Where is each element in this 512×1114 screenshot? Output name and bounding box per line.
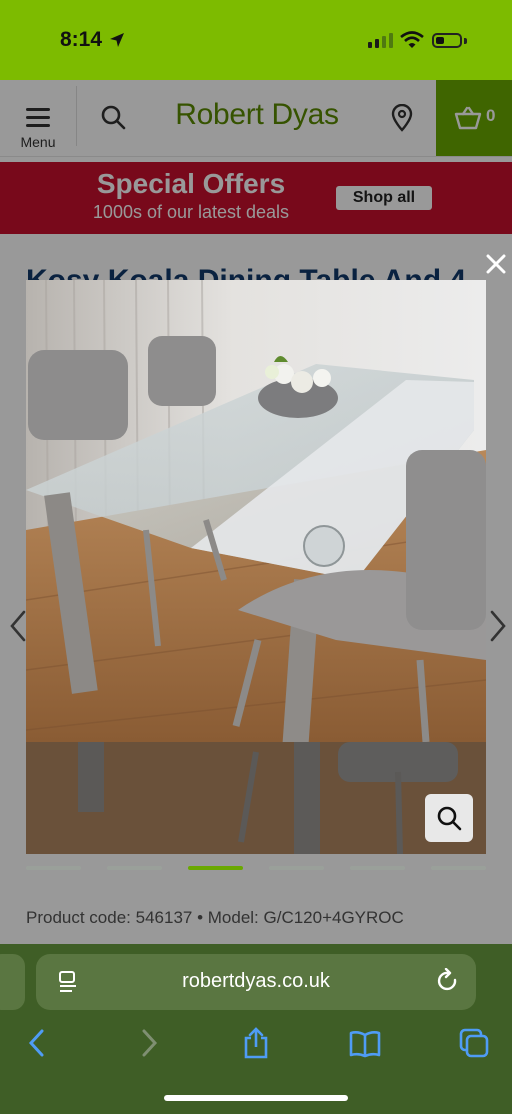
reload-icon[interactable] bbox=[436, 968, 460, 994]
url-text: robertdyas.co.uk bbox=[182, 970, 330, 992]
zoom-button[interactable] bbox=[425, 794, 473, 842]
gallery-dot[interactable] bbox=[26, 866, 81, 870]
gallery-dot[interactable] bbox=[350, 866, 405, 870]
chevron-right-icon[interactable] bbox=[484, 606, 512, 646]
back-icon[interactable] bbox=[24, 1026, 50, 1060]
home-indicator bbox=[164, 1095, 348, 1101]
gallery-dot[interactable] bbox=[431, 866, 486, 870]
gallery-dot[interactable] bbox=[107, 866, 162, 870]
battery-cap bbox=[464, 38, 467, 44]
gallery-dot[interactable] bbox=[269, 866, 324, 870]
location-arrow-icon bbox=[110, 33, 124, 47]
gallery-dot-active[interactable] bbox=[188, 866, 243, 870]
forward-icon bbox=[142, 1029, 158, 1057]
status-time: 8:14 bbox=[60, 28, 103, 51]
close-icon[interactable] bbox=[484, 252, 508, 276]
bookmarks-icon[interactable] bbox=[348, 1026, 382, 1060]
tabs-icon[interactable] bbox=[458, 1026, 490, 1060]
battery-icon bbox=[432, 33, 462, 48]
product-photo[interactable] bbox=[26, 280, 486, 742]
reader-icon[interactable] bbox=[58, 970, 78, 994]
previous-tab-peek[interactable] bbox=[0, 954, 25, 1010]
signal-icon bbox=[368, 33, 393, 48]
share-icon[interactable] bbox=[242, 1026, 270, 1060]
product-photo-lower bbox=[26, 742, 486, 854]
zoom-icon bbox=[437, 806, 462, 831]
wifi-icon bbox=[400, 31, 424, 48]
gallery-pagination bbox=[26, 866, 512, 870]
